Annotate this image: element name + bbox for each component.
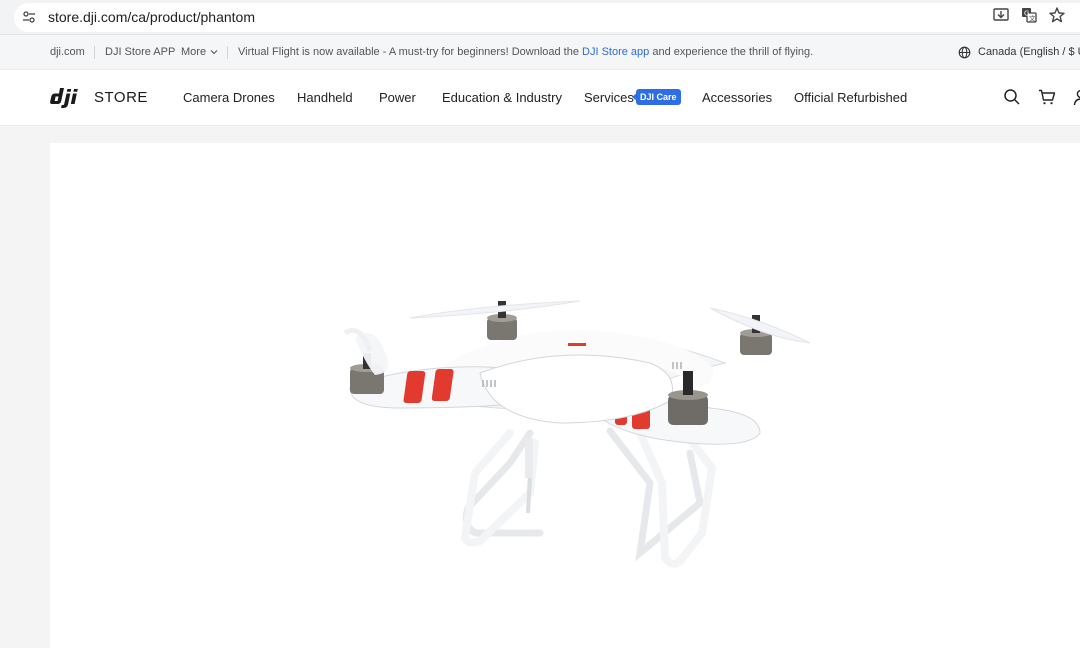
nav-handheld[interactable]: Handheld — [297, 90, 353, 105]
nav-power[interactable]: Power — [379, 90, 416, 105]
dji-logo-icon[interactable] — [50, 86, 86, 110]
nav-official-refurbished[interactable]: Official Refurbished — [794, 90, 907, 105]
svg-text:文: 文 — [1029, 14, 1036, 23]
url-field[interactable]: store.dji.com/ca/product/phantom — [14, 3, 1080, 32]
chevron-down-icon — [210, 50, 218, 55]
phantom-drone-image — [343, 300, 811, 568]
dji-com-link[interactable]: dji.com — [50, 46, 85, 58]
url-text[interactable]: store.dji.com/ca/product/phantom — [48, 9, 255, 25]
announcement-suffix: and experience the thrill of flying. — [652, 46, 814, 58]
nav-education-industry[interactable]: Education & Industry — [442, 90, 562, 105]
translate-icon[interactable]: G 文 — [1020, 6, 1038, 24]
nav-services[interactable]: Services — [584, 90, 634, 105]
globe-icon — [958, 46, 971, 59]
product-image-panel — [50, 143, 1080, 648]
announcement: Virtual Flight is now available - A must… — [238, 46, 813, 58]
nav-camera-drones[interactable]: Camera Drones — [183, 90, 275, 105]
store-brand-text[interactable]: STORE — [94, 89, 148, 106]
browser-address-bar: store.dji.com/ca/product/phantom G 文 — [0, 0, 1080, 35]
install-app-icon[interactable] — [992, 6, 1010, 24]
search-icon[interactable] — [1003, 88, 1021, 106]
cart-icon[interactable] — [1038, 88, 1056, 106]
top-info-strip: dji.com DJI Store APP More Virtual Fligh… — [0, 35, 1080, 70]
dji-store-app-announcement-link[interactable]: DJI Store app — [582, 46, 649, 58]
region-selector[interactable]: Canada (English / $ US — [978, 46, 1080, 58]
site-settings-icon[interactable] — [22, 10, 36, 24]
more-label: More — [181, 46, 207, 58]
divider — [94, 46, 95, 59]
dji-care-badge: DJI Care — [632, 89, 681, 105]
user-icon[interactable] — [1072, 88, 1080, 106]
announcement-prefix: Virtual Flight is now available - A must… — [238, 46, 579, 58]
bookmark-star-icon[interactable] — [1048, 6, 1066, 24]
main-navigation: STORE Camera Drones Handheld Power Educa… — [0, 70, 1080, 126]
divider — [227, 46, 228, 59]
more-menu[interactable]: More — [181, 46, 218, 58]
nav-accessories[interactable]: Accessories — [702, 90, 772, 105]
dji-store-app-link[interactable]: DJI Store APP — [105, 46, 175, 58]
